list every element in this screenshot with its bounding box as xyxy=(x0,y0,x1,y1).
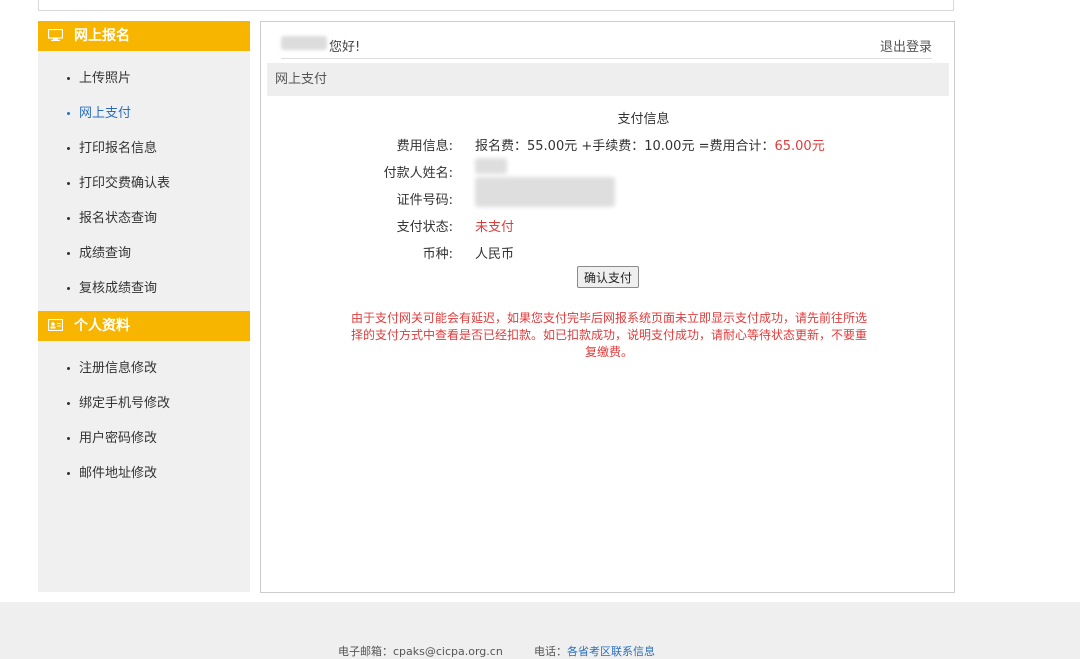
footer-email-label: 电子邮箱： xyxy=(338,645,393,658)
menu-online-registration: 上传照片 网上支付 打印报名信息 打印交费确认表 报名状态查询 成绩查询 复核成… xyxy=(38,51,250,306)
footer-phone: 电话：各省考区联系信息 xyxy=(534,643,655,659)
payment-status-value: 未支付 xyxy=(475,220,515,235)
footer-email: 电子邮箱：cpaks@cicpa.org.cn xyxy=(338,643,503,659)
confirm-payment-button[interactable]: 确认支付 xyxy=(577,266,639,288)
greeting-text: 您好! xyxy=(329,40,361,55)
sidebar-item-print-registration[interactable]: 打印报名信息 xyxy=(38,131,250,166)
section-title: 个人资料 xyxy=(74,318,130,334)
sidebar-item-edit-phone[interactable]: 绑定手机号修改 xyxy=(38,386,250,421)
fee-breakdown: 报名费：55.00元 +手续费：10.00元 =费用合计： xyxy=(475,139,775,154)
page-subtitle: 网上支付 xyxy=(267,63,949,96)
sidebar-item-edit-email[interactable]: 邮件地址修改 xyxy=(38,456,250,491)
redacted-payer-name xyxy=(475,158,507,174)
section-title: 网上报名 xyxy=(74,28,130,44)
sidebar-item-edit-password[interactable]: 用户密码修改 xyxy=(38,421,250,456)
sidebar: 网上报名 上传照片 网上支付 打印报名信息 打印交费确认表 报名状态查询 成绩查… xyxy=(38,21,250,592)
sidebar-item-review-score-query[interactable]: 复核成绩查询 xyxy=(38,271,250,306)
id-number-label: 证件号码: xyxy=(396,193,453,208)
section-header-personal-info: 个人资料 xyxy=(38,311,250,341)
top-header-strip xyxy=(38,0,954,11)
payment-delay-notice: 由于支付网关可能会有延迟，如果您支付完毕后网报系统页面未立即显示支付成功，请先前… xyxy=(350,311,867,359)
fee-row: 费用信息: 报名费：55.00元 +手续费：10.00元 =费用合计：65.00… xyxy=(261,135,956,155)
fee-detail: 报名费：55.00元 +手续费：10.00元 =费用合计：65.00元 xyxy=(475,135,825,154)
currency-label: 币种: xyxy=(422,247,453,262)
redacted-username xyxy=(281,36,327,50)
greeting-row: 您好! 退出登录 xyxy=(281,34,932,59)
footer-contact-link[interactable]: 各省考区联系信息 xyxy=(567,645,655,658)
redacted-id-number xyxy=(475,177,615,207)
sidebar-item-score-query[interactable]: 成绩查询 xyxy=(38,236,250,271)
section-header-online-registration: 网上报名 xyxy=(38,21,250,51)
monitor-icon xyxy=(48,29,63,41)
footer: 电子邮箱：cpaks@cicpa.org.cn 电话：各省考区联系信息 xyxy=(0,602,1080,659)
menu-personal-info: 注册信息修改 绑定手机号修改 用户密码修改 邮件地址修改 xyxy=(38,341,250,491)
sidebar-item-edit-registration-info[interactable]: 注册信息修改 xyxy=(38,351,250,386)
fee-label: 费用信息: xyxy=(396,139,453,154)
sidebar-item-online-payment[interactable]: 网上支付 xyxy=(38,96,250,131)
payment-status-label: 支付状态: xyxy=(396,220,453,235)
footer-email-value: cpaks@cicpa.org.cn xyxy=(393,645,503,658)
fee-total: 65.00元 xyxy=(774,139,825,154)
logout-link[interactable]: 退出登录 xyxy=(880,36,932,55)
payment-info-title: 支付信息 xyxy=(617,112,670,127)
payer-label: 付款人姓名: xyxy=(383,166,453,181)
currency-value: 人民币 xyxy=(475,247,515,262)
sidebar-item-registration-status[interactable]: 报名状态查询 xyxy=(38,201,250,236)
currency-row: 币种: 人民币 xyxy=(261,243,956,263)
id-card-icon xyxy=(48,319,63,331)
footer-phone-label: 电话： xyxy=(534,645,567,658)
id-number-row: 证件号码: xyxy=(261,177,956,209)
sidebar-item-print-payment-confirmation[interactable]: 打印交费确认表 xyxy=(38,166,250,201)
payment-status-row: 支付状态: 未支付 xyxy=(261,216,956,236)
main-content: 您好! 退出登录 网上支付 支付信息 费用信息: 报名费：55.00元 +手续费… xyxy=(260,21,955,593)
sidebar-item-upload-photo[interactable]: 上传照片 xyxy=(38,61,250,96)
